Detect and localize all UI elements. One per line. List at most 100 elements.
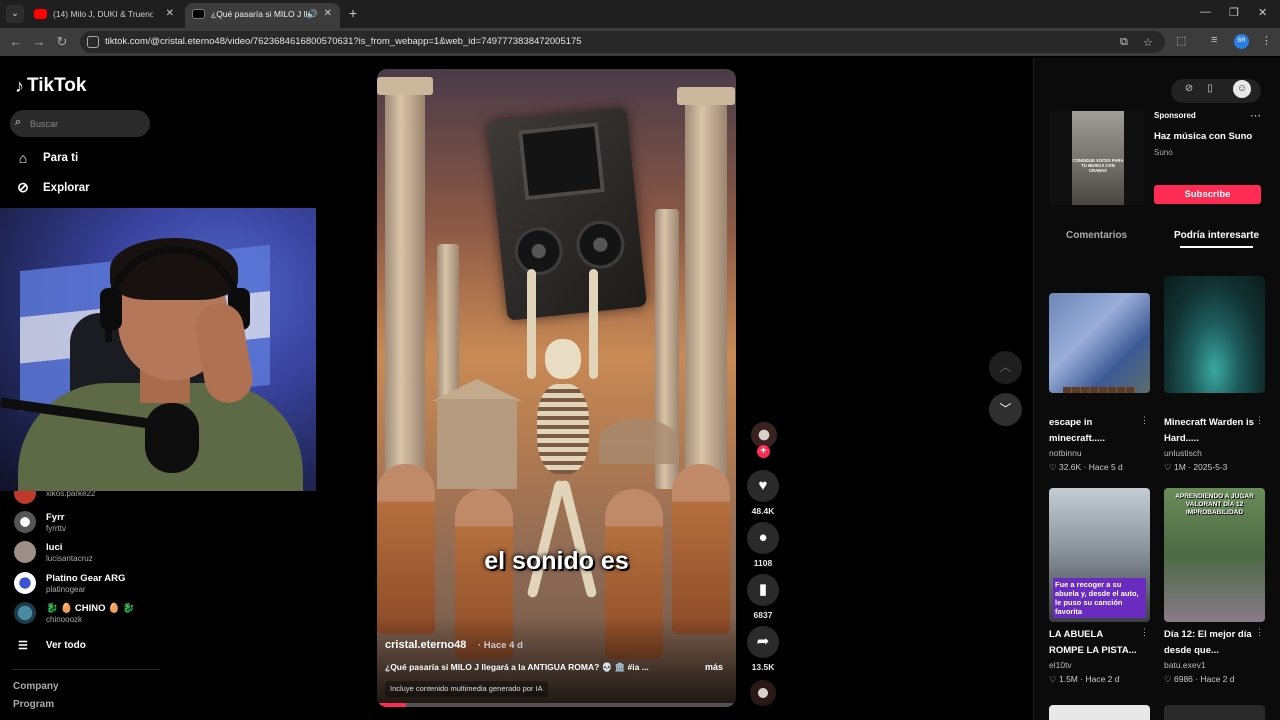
card-author[interactable]: notbinnu	[1049, 448, 1082, 458]
tab-suggested[interactable]: Podría interesarte	[1174, 230, 1259, 241]
url-bar[interactable]: tiktok.com/@cristal.eterno48/video/76236…	[80, 31, 1165, 53]
more-button[interactable]: más	[705, 662, 723, 672]
card-age: 2025-5-3	[1193, 462, 1228, 472]
see-all-button[interactable]: ☰ Ver todo	[18, 639, 86, 652]
footer-link-program[interactable]: Program	[13, 699, 54, 710]
card-stats: ♡ 1.5M · Hace 2 d	[1049, 674, 1120, 684]
card-age: Hace 5 d	[1088, 462, 1123, 472]
chevron-down-icon: ﹀	[999, 402, 1012, 416]
following-name: luci	[46, 541, 63, 553]
ad-thumbnail[interactable]: CONSIGUE VOCES PARA TU MUSICA CON CRABAS	[1050, 111, 1144, 205]
subscribe-button[interactable]: Subscribe	[1154, 185, 1261, 204]
more-options-icon[interactable]: ⋮	[1255, 627, 1264, 638]
compass-icon: ⊘	[17, 179, 29, 195]
new-tab-button[interactable]: +	[346, 5, 360, 23]
ad-more-icon[interactable]: ⋯	[1250, 109, 1261, 122]
tiktok-logo[interactable]: ♪ TikTok	[15, 75, 86, 97]
suggested-video-card-partial[interactable]	[1049, 705, 1150, 720]
video-author[interactable]: cristal.eterno48	[385, 639, 466, 651]
profile-avatar[interactable]: BR	[1234, 34, 1249, 49]
card-title: escape in minecraft.....	[1049, 417, 1105, 444]
following-item[interactable]: Platino Gear ARG platinogear	[14, 572, 125, 594]
forward-icon[interactable]: →	[31, 34, 47, 50]
close-tab-icon[interactable]: ✕	[166, 3, 174, 25]
headset-ear-left	[100, 288, 122, 330]
card-title: Día 12: El mejor día desde que...	[1164, 629, 1252, 656]
previous-video-button[interactable]: ︿	[989, 351, 1022, 384]
card-stats: ♡ 1M · 2025-5-3	[1164, 462, 1228, 472]
sidebar-divider	[12, 669, 160, 670]
card-title: LA ABUELA ROMPE LA PISTA...	[1049, 629, 1137, 656]
more-options-icon[interactable]: ⋮	[1140, 627, 1149, 638]
speaker-horn	[518, 122, 605, 201]
save-button[interactable]: ▮	[747, 574, 779, 606]
nav-explore[interactable]: ⊘ Explorar	[14, 179, 90, 196]
following-name: 🐉 🥚 CHINO 🥚 🐉	[46, 602, 135, 614]
video-thumbnail: Fue a recoger a su abuela y, desde el au…	[1049, 488, 1150, 622]
video-thumbnail	[1164, 276, 1265, 393]
footer-link-company[interactable]: Company	[13, 681, 59, 692]
suggested-video-card-partial[interactable]	[1164, 705, 1265, 720]
card-author[interactable]: batu.exev1	[1164, 660, 1206, 670]
ad-title[interactable]: Haz música con Suno	[1154, 131, 1252, 142]
video-caption-overlay: el sonido es	[484, 547, 629, 575]
following-item[interactable]: Fyrr fyrrttv	[14, 511, 66, 533]
card-author[interactable]: el10tv	[1049, 660, 1072, 670]
share-button[interactable]: ➦	[747, 626, 779, 658]
avatar	[14, 511, 36, 533]
card-author[interactable]: unlustisch	[1164, 448, 1202, 458]
explore-compass-icon[interactable]: ⊘	[1180, 80, 1198, 98]
speaker-icon[interactable]: 🔊	[307, 3, 318, 25]
card-likes: 1.5M	[1058, 674, 1078, 684]
ad-brand[interactable]: Suno	[1154, 148, 1173, 157]
card-age: Hace 2 d	[1085, 674, 1120, 684]
user-avatar-icon[interactable]: ☺	[1233, 80, 1251, 98]
reload-icon[interactable]: ↻	[54, 34, 70, 50]
following-item[interactable]: 🐉 🥚 CHINO 🥚 🐉 chinooozk	[14, 602, 134, 624]
tab-search-button[interactable]: ⌄	[6, 5, 24, 23]
sponsored-label: Sponsored	[1154, 111, 1196, 120]
following-item[interactable]: luci lucisantacruz	[14, 541, 93, 563]
close-tab-icon[interactable]: ✕	[324, 3, 332, 25]
back-icon[interactable]: ←	[8, 34, 24, 50]
video-progress-bar[interactable]	[377, 703, 736, 707]
heart-icon: ♥	[758, 477, 768, 494]
browser-tab-youtube[interactable]: (14) Milo J, DUKI & Trueno - Pe ✕	[27, 3, 182, 28]
media-control-icon[interactable]: ≡	[1211, 34, 1217, 46]
mobile-icon[interactable]: ▯	[1201, 80, 1219, 98]
following-name: Fyrr	[46, 511, 65, 523]
browser-menu-icon[interactable]: ⋮	[1261, 34, 1272, 47]
search-input[interactable]	[30, 114, 140, 133]
next-video-button[interactable]: ﹀	[989, 393, 1022, 426]
nav-label: Para ti	[43, 152, 79, 164]
following-handle: fyrrttv	[46, 523, 66, 533]
thumbnail-caption: APRENDIENDO A JUGAR VALORANT DÍA 12 IMPR…	[1175, 493, 1254, 516]
bookmark-star-icon[interactable]: ☆	[1143, 36, 1153, 49]
card-title: Minecraft Warden is Hard.....	[1164, 417, 1254, 444]
comment-button[interactable]: ●	[747, 522, 779, 554]
following-handle: chinooozk	[46, 614, 83, 624]
tab-comments[interactable]: Comentarios	[1066, 230, 1127, 241]
nav-for-you[interactable]: ⌂ Para ti	[14, 150, 78, 166]
extensions-icon[interactable]: ⬚	[1176, 34, 1186, 47]
comment-icon: ●	[758, 529, 768, 546]
restore-icon[interactable]: ❐	[1229, 6, 1239, 19]
install-app-icon[interactable]: ⧉	[1120, 36, 1128, 49]
minimize-icon[interactable]: —	[1200, 6, 1211, 18]
more-options-icon[interactable]: ⋮	[1255, 415, 1264, 426]
search-box[interactable]: ⌕	[10, 110, 150, 137]
browser-tab-tiktok[interactable]: ¿Qué pasaría si MILO J lleg 🔊 ✕	[185, 3, 340, 28]
column	[685, 99, 727, 519]
close-window-icon[interactable]: ✕	[1258, 6, 1267, 19]
site-info-icon[interactable]	[87, 36, 99, 48]
video-player[interactable]: el sonido es cristal.eterno48 · Hace 4 d…	[377, 69, 736, 707]
thumbnail-caption: Fue a recoger a su abuela y, desde el au…	[1053, 578, 1146, 618]
more-options-icon[interactable]: ⋮	[1140, 415, 1149, 426]
speaker-woofer	[574, 218, 627, 272]
follow-plus-button[interactable]: +	[757, 445, 770, 458]
see-all-label: Ver todo	[45, 640, 86, 651]
logo-text: TikTok	[27, 75, 87, 96]
like-button[interactable]: ♥	[747, 470, 779, 502]
url-text: tiktok.com/@cristal.eterno48/video/76236…	[105, 36, 582, 47]
music-disc-icon[interactable]	[750, 680, 776, 706]
